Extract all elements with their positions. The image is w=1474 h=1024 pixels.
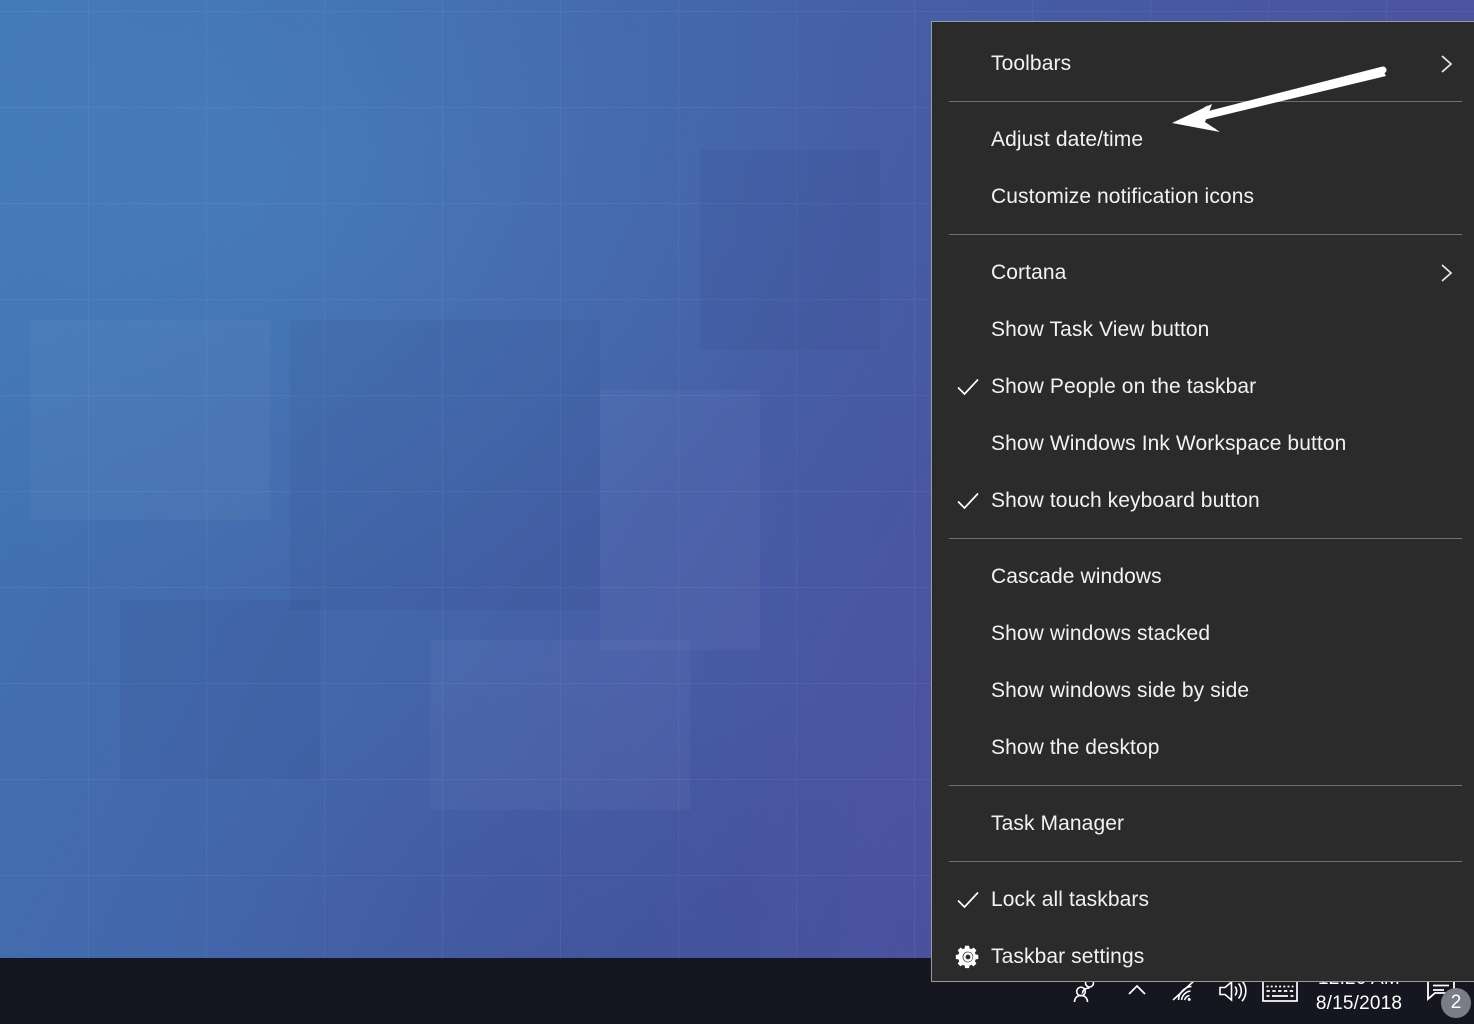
menu-group-taskbar-toggles: Cortana Show Task View button Show Peopl…	[932, 244, 1474, 529]
menu-group-window-arrangement: Cascade windows Show windows stacked Sho…	[932, 548, 1474, 776]
chevron-right-icon	[1434, 261, 1458, 285]
menu-item-show-touch-keyboard-button[interactable]: Show touch keyboard button	[932, 472, 1474, 529]
menu-item-label: Toolbars	[991, 52, 1071, 76]
wallpaper-facet	[290, 320, 600, 610]
menu-item-adjust-date-time[interactable]: Adjust date/time	[932, 111, 1474, 168]
menu-pad	[932, 225, 1474, 234]
menu-item-show-task-view-button[interactable]: Show Task View button	[932, 301, 1474, 358]
menu-item-label: Show the desktop	[991, 736, 1160, 760]
menu-pad	[932, 776, 1474, 785]
menu-item-toolbars[interactable]: Toolbars	[932, 35, 1474, 92]
menu-group-toolbars: Toolbars	[932, 35, 1474, 92]
menu-item-label: Taskbar settings	[991, 945, 1144, 969]
menu-item-label: Cortana	[991, 261, 1066, 285]
menu-pad	[932, 786, 1474, 795]
checkmark-icon	[954, 886, 982, 914]
wallpaper-facet	[700, 150, 880, 350]
menu-item-label: Lock all taskbars	[991, 888, 1149, 912]
menu-pad	[932, 539, 1474, 548]
gear-icon	[954, 943, 982, 971]
checkmark-icon	[954, 487, 982, 515]
menu-pad	[932, 102, 1474, 111]
menu-item-show-windows-ink-workspace-button[interactable]: Show Windows Ink Workspace button	[932, 415, 1474, 472]
menu-pad	[932, 529, 1474, 538]
menu-group-datetime: Adjust date/time Customize notification …	[932, 111, 1474, 225]
menu-pad	[932, 92, 1474, 101]
menu-item-label: Show windows stacked	[991, 622, 1210, 646]
menu-item-label: Adjust date/time	[991, 128, 1143, 152]
wallpaper-facet	[430, 640, 690, 810]
chevron-right-icon	[1434, 52, 1458, 76]
menu-item-label: Show Task View button	[991, 318, 1209, 342]
menu-item-show-windows-side-by-side[interactable]: Show windows side by side	[932, 662, 1474, 719]
checkmark-icon	[954, 373, 982, 401]
action-center-badge: 2	[1441, 988, 1471, 1018]
menu-item-label: Cascade windows	[991, 565, 1162, 589]
menu-item-cortana[interactable]: Cortana	[932, 244, 1474, 301]
menu-item-customize-notification-icons[interactable]: Customize notification icons	[932, 168, 1474, 225]
menu-group-task-manager: Task Manager	[932, 795, 1474, 852]
menu-top-pad	[932, 22, 1474, 35]
menu-item-show-the-desktop[interactable]: Show the desktop	[932, 719, 1474, 776]
menu-item-label: Show windows side by side	[991, 679, 1249, 703]
menu-item-task-manager[interactable]: Task Manager	[932, 795, 1474, 852]
menu-pad	[932, 862, 1474, 871]
menu-group-taskbar-settings: Lock all taskbars Taskbar settings	[932, 871, 1474, 985]
menu-item-label: Customize notification icons	[991, 185, 1254, 209]
menu-item-show-windows-stacked[interactable]: Show windows stacked	[932, 605, 1474, 662]
menu-pad	[932, 852, 1474, 861]
menu-item-label: Show Windows Ink Workspace button	[991, 432, 1346, 456]
clock-date: 8/15/2018	[1316, 991, 1402, 1016]
menu-item-label: Show People on the taskbar	[991, 375, 1256, 399]
wallpaper-facet	[120, 600, 320, 780]
wallpaper-facet	[600, 390, 760, 650]
menu-item-taskbar-settings[interactable]: Taskbar settings	[932, 928, 1474, 985]
menu-pad	[932, 235, 1474, 244]
wallpaper-facet	[30, 320, 270, 520]
menu-item-lock-all-taskbars[interactable]: Lock all taskbars	[932, 871, 1474, 928]
taskbar-context-menu[interactable]: Toolbars Adjust date/time Customize noti…	[931, 21, 1474, 982]
desktop-screen: 12:20 AM 8/15/2018 2 Toolbars	[0, 0, 1474, 1024]
menu-item-show-people-on-the-taskbar[interactable]: Show People on the taskbar	[932, 358, 1474, 415]
menu-item-cascade-windows[interactable]: Cascade windows	[932, 548, 1474, 605]
menu-item-label: Task Manager	[991, 812, 1124, 836]
menu-item-label: Show touch keyboard button	[991, 489, 1260, 513]
